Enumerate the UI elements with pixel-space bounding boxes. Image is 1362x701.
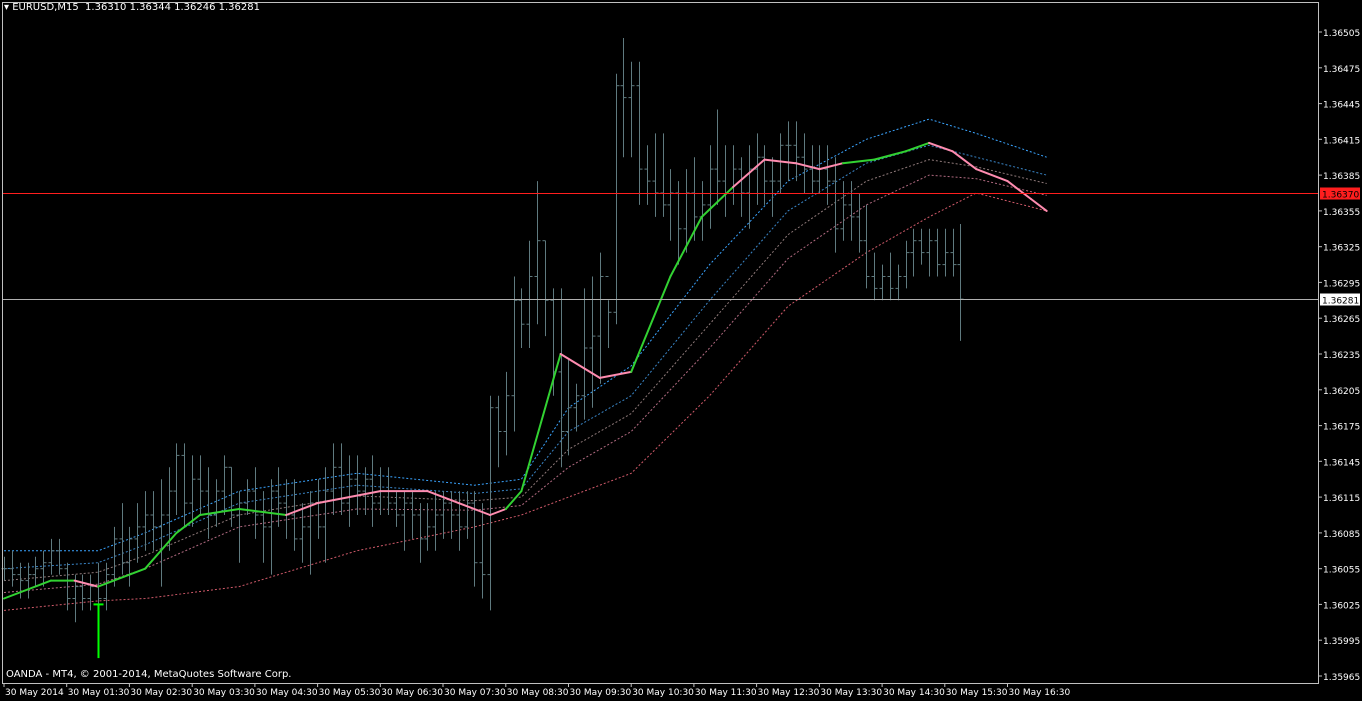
price-tick-label: 1.36115	[1323, 494, 1360, 504]
time-tick-label: 30 May 04:30	[256, 688, 318, 698]
price-tick-label: 1.36295	[1323, 279, 1360, 289]
time-tick-label: 30 May 16:30	[1009, 688, 1071, 698]
time-tick-label: 30 May 12:30	[758, 688, 820, 698]
time-tick-label: 30 May 14:30	[883, 688, 945, 698]
price-tick-label: 1.35965	[1323, 673, 1360, 683]
price-tick-label: 1.36025	[1323, 601, 1360, 611]
price-tick-label: 1.36475	[1323, 65, 1360, 75]
price-tick-label: 1.36385	[1323, 172, 1360, 182]
price-tick-label: 1.36415	[1323, 136, 1360, 146]
time-tick-label: 30 May 05:30	[319, 688, 381, 698]
price-tick-label: 1.36175	[1323, 423, 1360, 433]
price-tag-label: 1.36370	[1322, 191, 1359, 201]
copyright-notice: OANDA - MT4, © 2001-2014, MetaQuotes Sof…	[6, 669, 292, 680]
time-tick-label: 30 May 07:30	[444, 688, 506, 698]
price-tick-label: 1.36265	[1323, 315, 1360, 325]
time-tick-label: 30 May 09:30	[570, 688, 632, 698]
dropdown-triangle-icon[interactable]: ▾	[4, 2, 12, 13]
time-tick-label: 30 May 03:30	[193, 688, 255, 698]
time-tick-label: 30 May 13:30	[820, 688, 882, 698]
price-tick-label: 1.36445	[1323, 101, 1360, 111]
price-tick-label: 1.36325	[1323, 244, 1360, 254]
price-tick-label: 1.36235	[1323, 351, 1360, 361]
price-tick-label: 1.36505	[1323, 29, 1360, 39]
price-tick-label: 1.36355	[1323, 208, 1360, 218]
time-tick-label: 30 May 02:30	[130, 688, 192, 698]
ohlc-readout: 1.36310 1.36344 1.36246 1.36281	[85, 2, 260, 13]
chart-background	[0, 0, 1362, 701]
price-tick-label: 1.35995	[1323, 637, 1360, 647]
price-chart[interactable]: 1.36370 1.36281 1.36505 1.36475 1.36445 1.364…	[0, 0, 1362, 701]
time-tick-label: 30 May 06:30	[381, 688, 443, 698]
price-tick-label: 1.36205	[1323, 387, 1360, 397]
time-tick-label: 30 May 15:30	[946, 688, 1008, 698]
chart-header: ▾ EURUSD,M15 1.36310 1.36344 1.36246 1.3…	[4, 2, 260, 13]
price-tag-label: 1.36281	[1322, 297, 1359, 307]
price-tick-label: 1.36055	[1323, 566, 1360, 576]
symbol-label: EURUSD,M15	[12, 2, 79, 13]
time-tick-label: 30 May 10:30	[632, 688, 694, 698]
price-tick-label: 1.36145	[1323, 458, 1360, 468]
time-tick-label: 30 May 2014	[5, 688, 64, 698]
time-tick-label: 30 May 08:30	[507, 688, 569, 698]
price-tick-label: 1.36085	[1323, 530, 1360, 540]
time-tick-label: 30 May 01:30	[68, 688, 130, 698]
time-tick-label: 30 May 11:30	[695, 688, 757, 698]
